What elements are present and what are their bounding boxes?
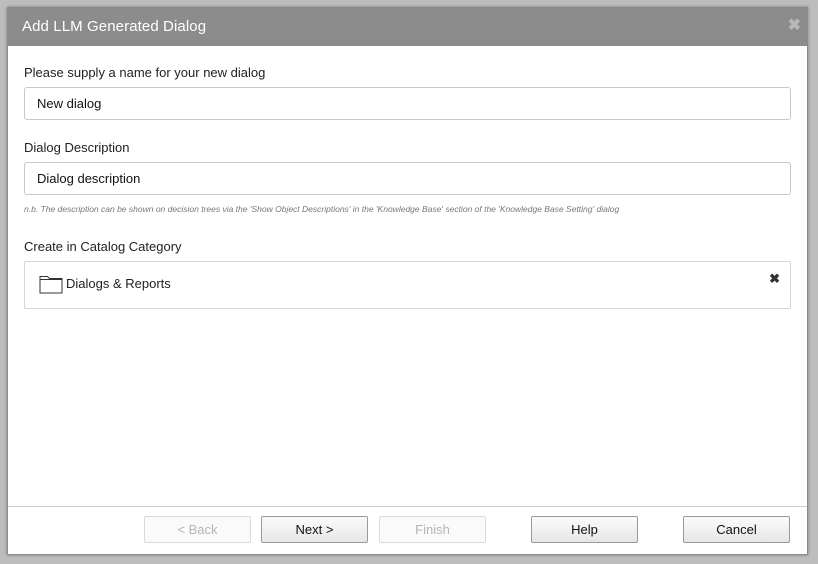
description-note: n.b. The description can be shown on dec… — [24, 204, 620, 214]
description-label: Dialog Description — [24, 140, 130, 155]
category-label: Create in Catalog Category — [24, 239, 182, 254]
dialog-description-input[interactable] — [24, 162, 791, 195]
category-value: Dialogs & Reports — [66, 276, 171, 291]
dialog-title: Add LLM Generated Dialog — [22, 18, 207, 35]
help-button[interactable]: Help — [531, 516, 638, 543]
dialog-name-input[interactable] — [24, 87, 791, 120]
close-icon[interactable]: ✖ — [788, 17, 801, 35]
finish-button[interactable]: Finish — [379, 516, 486, 543]
next-button[interactable]: Next > — [261, 516, 368, 543]
add-llm-dialog: Add LLM Generated Dialog ✖ Please supply… — [7, 7, 808, 555]
clear-category-icon[interactable]: ✖ — [769, 271, 780, 287]
catalog-category-field[interactable]: Dialogs & Reports ✖ — [24, 261, 791, 309]
cancel-button[interactable]: Cancel — [683, 516, 790, 543]
back-button[interactable]: < Back — [144, 516, 251, 543]
folder-icon — [39, 276, 63, 294]
footer-divider — [8, 506, 807, 507]
name-label: Please supply a name for your new dialog — [24, 65, 266, 80]
dialog-titlebar[interactable]: Add LLM Generated Dialog ✖ — [8, 8, 807, 46]
